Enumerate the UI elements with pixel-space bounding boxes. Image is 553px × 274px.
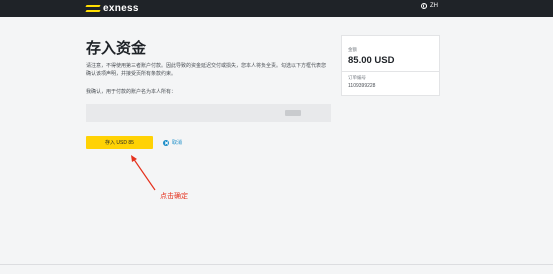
annotation-arrow-line (132, 157, 156, 191)
click-confirm-annotation: 点击确定 (160, 193, 188, 200)
order-number-value: 1109399228 (348, 83, 376, 89)
order-number-label: 订单编号 (348, 75, 366, 80)
annotation-arrow-head (131, 155, 137, 162)
amount-label: 金额 (348, 47, 357, 52)
annotation-arrow (131, 155, 156, 191)
footer-divider (0, 264, 553, 265)
summary-divider (342, 71, 439, 72)
amount-value: 85.00 USD (348, 55, 395, 66)
deposit-summary-card: 金额 85.00 USD 订单编号 1109399228 (341, 35, 440, 96)
